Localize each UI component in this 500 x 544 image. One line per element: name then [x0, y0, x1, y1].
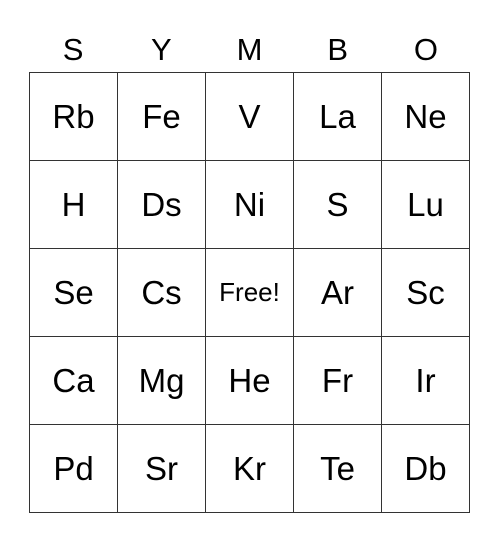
- bingo-cell[interactable]: Ds: [118, 161, 206, 249]
- bingo-cell[interactable]: Ca: [30, 337, 118, 425]
- bingo-cell[interactable]: Ne: [382, 73, 470, 161]
- bingo-cell[interactable]: Ir: [382, 337, 470, 425]
- free-space-cell[interactable]: Free!: [206, 249, 294, 337]
- header-letter: Y: [150, 32, 172, 67]
- bingo-cell[interactable]: Db: [382, 425, 470, 513]
- bingo-cell[interactable]: Te: [294, 425, 382, 513]
- header-letter: S: [62, 32, 84, 67]
- bingo-cell[interactable]: Ni: [206, 161, 294, 249]
- bingo-cell[interactable]: S: [294, 161, 382, 249]
- header-letter: B: [327, 32, 349, 67]
- bingo-cell[interactable]: Sr: [118, 425, 206, 513]
- bingo-cell[interactable]: He: [206, 337, 294, 425]
- bingo-cell[interactable]: Ar: [294, 249, 382, 337]
- bingo-cell[interactable]: Kr: [206, 425, 294, 513]
- bingo-cell[interactable]: Sc: [382, 249, 470, 337]
- bingo-cell[interactable]: Fr: [294, 337, 382, 425]
- bingo-cell[interactable]: H: [30, 161, 118, 249]
- header-letter: M: [236, 32, 263, 67]
- bingo-cell[interactable]: Pd: [30, 425, 118, 513]
- bingo-cell[interactable]: Lu: [382, 161, 470, 249]
- bingo-cell[interactable]: Cs: [118, 249, 206, 337]
- bingo-cell[interactable]: Se: [30, 249, 118, 337]
- bingo-grid: Rb Fe V La Ne H Ds Ni S Lu Se Cs Free! Ar Sc Ca Mg He Fr Ir…: [29, 72, 470, 513]
- bingo-cell[interactable]: La: [294, 73, 382, 161]
- header-letter: O: [413, 32, 438, 67]
- bingo-cell[interactable]: Rb: [30, 73, 118, 161]
- bingo-cell[interactable]: Fe: [118, 73, 206, 161]
- bingo-cell[interactable]: Mg: [118, 337, 206, 425]
- bingo-cell[interactable]: V: [206, 73, 294, 161]
- bingo-header: S Y M B O: [29, 30, 470, 70]
